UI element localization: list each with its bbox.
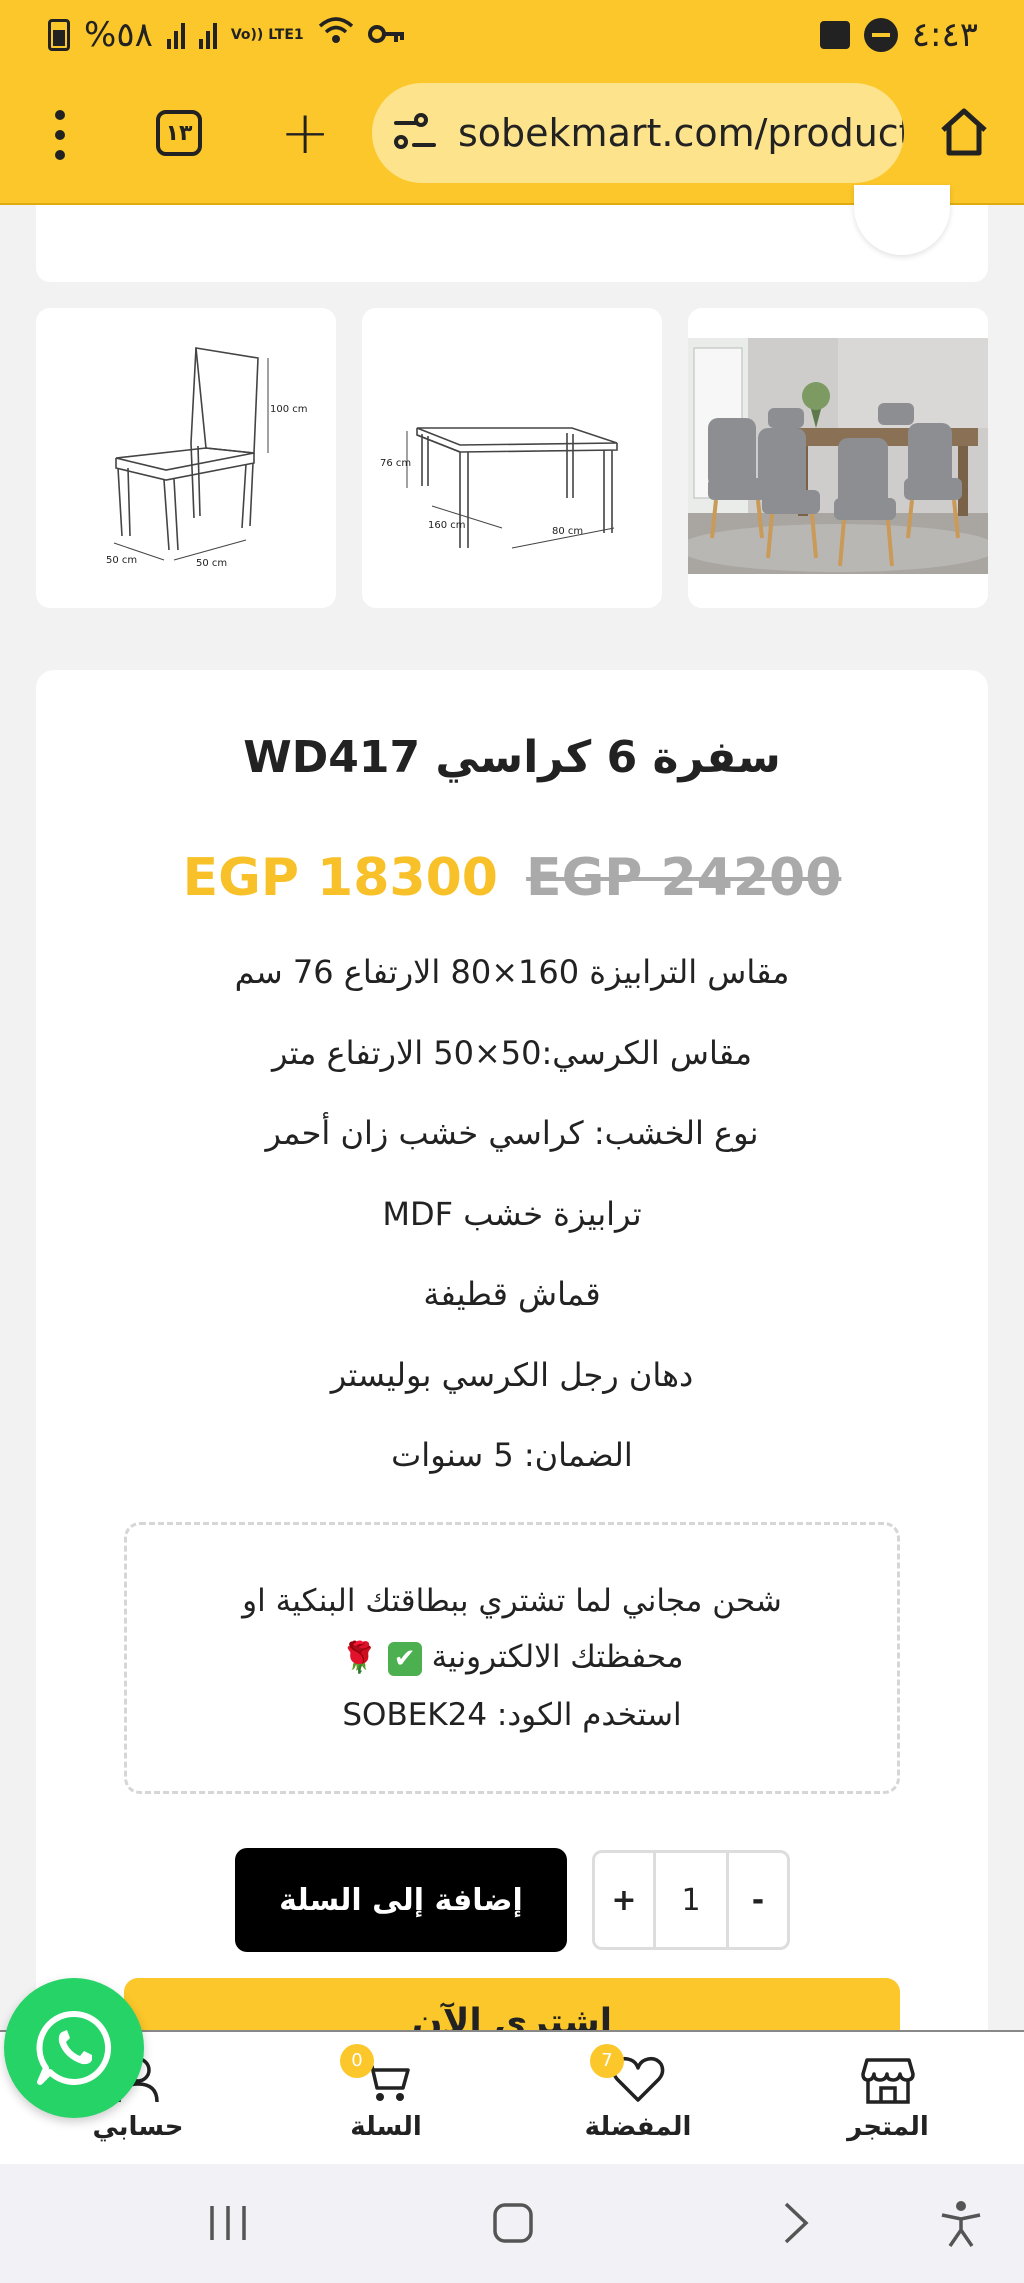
nav-cart[interactable]: 0 السلة (306, 2044, 466, 2160)
regular-price: EGP 24200 (526, 848, 842, 908)
battery-icon (48, 19, 70, 51)
status-left: %٥٨ Vo)) LTE1 (48, 15, 406, 55)
back-chevron-icon[interactable] (776, 2198, 816, 2248)
spec-item: مقاس الكرسي:50×50 الارتفاع متر (271, 1033, 753, 1072)
promo-line-2: محفظتك الالكترونية ✔ 🌹 (340, 1633, 684, 1683)
sale-price: EGP 18300 (182, 848, 498, 908)
thumbnail-gallery: 100 cm 50 cm 50 cm 76 cm 160 cm 80 cm (36, 308, 988, 608)
signal-icon (166, 21, 185, 49)
promo-line-2-text: محفظتك الالكترونية (431, 1639, 684, 1676)
quantity-stepper: + 1 - (592, 1850, 790, 1950)
home-system-icon[interactable] (488, 2198, 538, 2248)
wifi-icon (318, 16, 354, 54)
browser-chrome: %٥٨ Vo)) LTE1 ٤:٤٣ ١٣ + sobekmart.com/pr… (0, 0, 1024, 205)
spec-item: ترابيزة خشب MDF (382, 1194, 642, 1233)
signal-icon-2 (198, 21, 217, 49)
table-length-label: 160 cm (428, 520, 466, 531)
spec-list: مقاس الترابيزة 160×80 الارتفاع 76 سم مقا… (36, 932, 988, 1496)
spec-item: نوع الخشب: كراسي خشب زان أحمر (265, 1114, 759, 1152)
key-icon (367, 15, 406, 55)
main-image-card (36, 185, 988, 282)
do-not-disturb-icon (863, 18, 898, 52)
spec-item: الضمان: 5 سنوات (391, 1436, 633, 1474)
browser-toolbar: ١٣ + sobekmart.com/product/ (0, 80, 1024, 190)
whatsapp-button[interactable] (4, 1978, 144, 2118)
accessibility-icon[interactable] (936, 2198, 986, 2248)
quantity-input[interactable]: 1 (653, 1853, 729, 1947)
status-bar: %٥٨ Vo)) LTE1 ٤:٤٣ (0, 0, 1024, 70)
status-right: ٤:٤٣ (819, 15, 978, 55)
chair-depth-label: 50 cm (196, 558, 227, 569)
product-title: سفرة 6 كراسي WD417 (243, 732, 781, 783)
quantity-plus-button[interactable]: + (595, 1853, 653, 1947)
promo-code-line: استخدم الكود: SOBEK24 (342, 1696, 682, 1733)
table-width-label: 80 cm (552, 526, 583, 537)
thumbnail-chair-dimensions[interactable]: 100 cm 50 cm 50 cm (36, 308, 336, 608)
battery-percent: %٥٨ (84, 15, 153, 55)
spec-item: دهان رجل الكرسي بوليستر (330, 1355, 694, 1394)
site-settings-icon[interactable] (394, 113, 436, 153)
chair-width-label: 50 cm (106, 555, 137, 566)
recent-apps-icon[interactable] (206, 2198, 250, 2248)
wishlist-count-badge: 7 (590, 2044, 624, 2078)
table-height-label: 76 cm (380, 458, 411, 469)
add-to-cart-button[interactable]: إضافة إلى السلة (235, 1848, 567, 1952)
nav-store[interactable]: المتجر (808, 2050, 968, 2160)
rose-icon: 🌹 (340, 1640, 378, 1676)
menu-dots-icon[interactable] (48, 110, 72, 160)
spec-item: مقاس الترابيزة 160×80 الارتفاع 76 سم (234, 953, 790, 991)
network-label: Vo)) LTE1 (230, 26, 304, 43)
quantity-minus-button[interactable]: - (729, 1853, 787, 1947)
url-text[interactable]: sobekmart.com/product/ (458, 111, 904, 155)
nav-cart-label: السلة (350, 2112, 422, 2142)
check-mark-icon: ✔ (387, 1641, 422, 1676)
promo-line-1: شحن مجاني لما تشتري ببطاقتك البنكية او (242, 1583, 782, 1620)
home-icon[interactable] (938, 106, 990, 158)
plus-icon[interactable]: + (280, 100, 330, 166)
price-block: EGP 18300 EGP 24200 (36, 848, 988, 908)
product-card: سفرة 6 كراسي WD417 EGP 18300 EGP 24200 م… (36, 670, 988, 2070)
zoom-button[interactable] (854, 185, 950, 255)
thumbnail-room-photo[interactable] (688, 308, 988, 608)
image-notification-icon (819, 21, 850, 49)
nav-store-label: المتجر (847, 2112, 929, 2142)
tabs-button[interactable]: ١٣ (156, 110, 202, 156)
whatsapp-icon (36, 2010, 112, 2085)
chair-height-label: 100 cm (270, 404, 308, 415)
thumbnail-table-dimensions[interactable]: 76 cm 160 cm 80 cm (362, 308, 662, 608)
buy-now-button[interactable]: اشتري الآن (124, 1978, 900, 2038)
store-icon (861, 2058, 915, 2104)
cart-row: إضافة إلى السلة + 1 - (36, 1848, 988, 1958)
bottom-nav: المتجر 7 المفضلة 0 السلة حسابي (0, 2030, 1024, 2164)
cart-count-badge: 0 (340, 2044, 374, 2078)
spec-item: قماش قطيفة (423, 1275, 601, 1313)
system-navigation-bar (0, 2164, 1024, 2283)
clock: ٤:٤٣ (911, 15, 978, 55)
url-bar[interactable]: sobekmart.com/product/ (372, 83, 904, 183)
nav-wishlist-label: المفضلة (584, 2112, 692, 2142)
nav-wishlist[interactable]: 7 المفضلة (558, 2044, 718, 2160)
promo-box: شحن مجاني لما تشتري ببطاقتك البنكية او م… (124, 1522, 900, 1794)
